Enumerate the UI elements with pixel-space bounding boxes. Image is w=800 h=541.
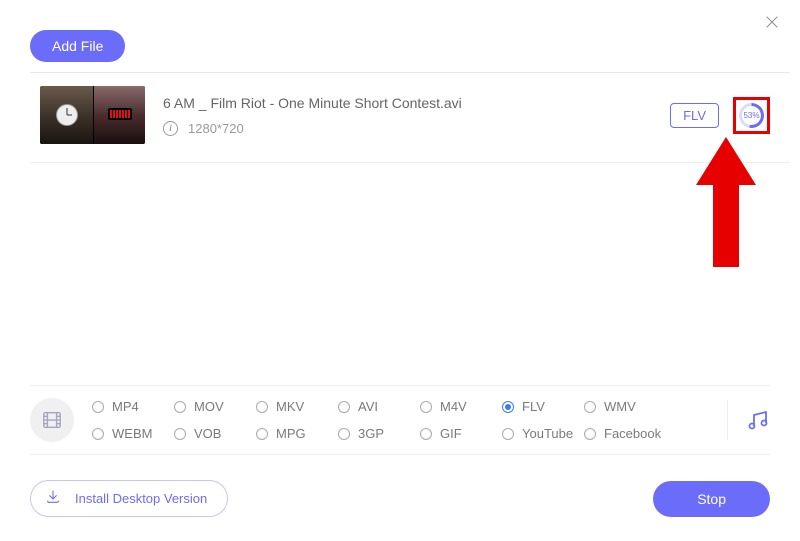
format-option-webm[interactable]: WEBM — [92, 426, 174, 441]
divider — [727, 400, 728, 440]
arrow-annotation — [696, 137, 756, 267]
radio-icon — [174, 401, 186, 413]
format-option-mkv[interactable]: MKV — [256, 399, 338, 414]
format-option-youtube[interactable]: YouTube — [502, 426, 584, 441]
format-label: GIF — [440, 426, 462, 441]
install-label: Install Desktop Version — [75, 491, 207, 506]
radio-icon — [338, 428, 350, 440]
format-label: AVI — [358, 399, 378, 414]
film-icon — [41, 409, 63, 431]
format-option-3gp[interactable]: 3GP — [338, 426, 420, 441]
add-file-button[interactable]: Add File — [30, 30, 125, 62]
radio-icon — [420, 428, 432, 440]
format-option-mov[interactable]: MOV — [174, 399, 256, 414]
close-icon — [764, 14, 780, 30]
format-option-wmv[interactable]: WMV — [584, 399, 666, 414]
radio-icon — [92, 428, 104, 440]
format-label: 3GP — [358, 426, 384, 441]
info-icon[interactable]: i — [163, 121, 178, 136]
radio-icon — [584, 401, 596, 413]
radio-icon — [420, 401, 432, 413]
close-button[interactable] — [762, 12, 782, 32]
install-desktop-button[interactable]: Install Desktop Version — [30, 480, 228, 517]
download-icon — [45, 489, 61, 508]
format-option-gif[interactable]: GIF — [420, 426, 502, 441]
format-label: WEBM — [112, 426, 152, 441]
format-label: Facebook — [604, 426, 661, 441]
radio-icon — [502, 428, 514, 440]
radio-icon — [502, 401, 514, 413]
radio-icon — [338, 401, 350, 413]
file-info: 6 AM _ Film Riot - One Minute Short Cont… — [163, 95, 670, 136]
file-row: 6 AM _ Film Riot - One Minute Short Cont… — [40, 84, 770, 146]
format-label: FLV — [522, 399, 545, 414]
radio-icon — [256, 401, 268, 413]
format-option-avi[interactable]: AVI — [338, 399, 420, 414]
stop-button[interactable]: Stop — [653, 481, 770, 517]
format-panel: MP4 MOV MKV AVI M4V FLV WMV WEBM VOB MPG 3GP GIF You… — [30, 385, 770, 455]
progress-indicator[interactable]: 53% — [739, 103, 764, 128]
video-thumbnail[interactable] — [40, 86, 145, 144]
footer: Install Desktop Version Stop — [30, 480, 770, 517]
format-option-m4v[interactable]: M4V — [420, 399, 502, 414]
music-icon — [746, 408, 770, 432]
format-option-vob[interactable]: VOB — [174, 426, 256, 441]
radio-icon — [256, 428, 268, 440]
file-resolution: 1280*720 — [188, 121, 244, 136]
divider — [30, 72, 790, 73]
format-label: MOV — [194, 399, 224, 414]
audio-tab-button[interactable] — [746, 408, 770, 432]
format-label: M4V — [440, 399, 467, 414]
format-label: MP4 — [112, 399, 139, 414]
format-grid: MP4 MOV MKV AVI M4V FLV WMV WEBM VOB MPG 3GP GIF You… — [92, 399, 719, 441]
progress-text: 53% — [743, 111, 759, 120]
radio-icon — [92, 401, 104, 413]
format-option-facebook[interactable]: Facebook — [584, 426, 666, 441]
format-label: MKV — [276, 399, 304, 414]
format-badge[interactable]: FLV — [670, 103, 719, 128]
format-label: WMV — [604, 399, 636, 414]
format-label: MPG — [276, 426, 306, 441]
format-label: YouTube — [522, 426, 573, 441]
radio-icon — [174, 428, 186, 440]
format-option-flv[interactable]: FLV — [502, 399, 584, 414]
file-title: 6 AM _ Film Riot - One Minute Short Cont… — [163, 95, 670, 111]
radio-icon — [584, 428, 596, 440]
format-option-mpg[interactable]: MPG — [256, 426, 338, 441]
progress-highlight: 53% — [733, 97, 770, 134]
video-tab-icon[interactable] — [30, 398, 74, 442]
divider — [30, 162, 790, 163]
format-option-mp4[interactable]: MP4 — [92, 399, 174, 414]
format-label: VOB — [194, 426, 221, 441]
